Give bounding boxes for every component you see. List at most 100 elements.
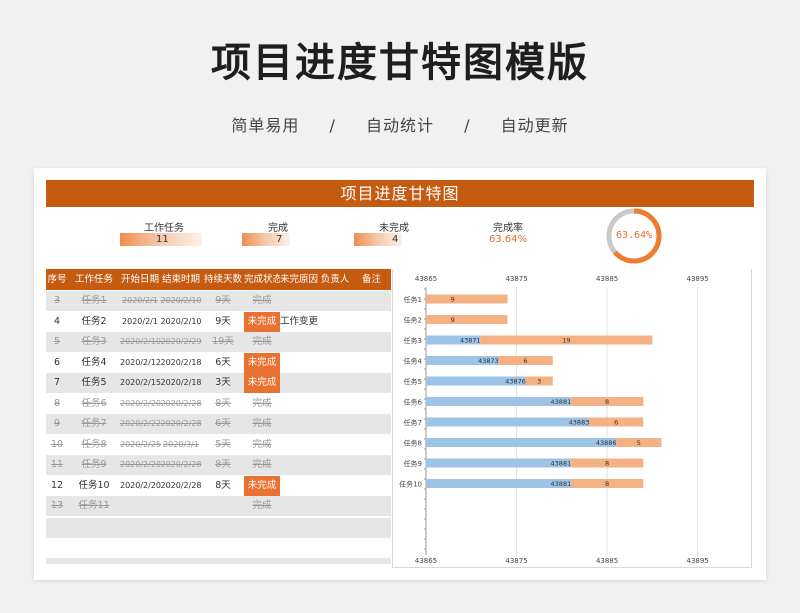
cell-note[interactable]	[352, 353, 391, 373]
cell-start[interactable]	[120, 496, 160, 516]
cell-note[interactable]	[352, 435, 391, 455]
cell-task[interactable]: 任务7	[68, 414, 120, 434]
cell-start[interactable]: 2020/2/12	[120, 353, 161, 373]
cell-id[interactable]: 8	[46, 394, 68, 414]
col-id[interactable]: 序号	[46, 269, 68, 290]
cell-task[interactable]: 任务2	[68, 312, 120, 332]
cell-id[interactable]: 6	[46, 353, 68, 373]
cell-status[interactable]: 完成	[244, 414, 280, 434]
cell-reason[interactable]	[280, 496, 318, 516]
cell-end[interactable]: 2020/2/10	[160, 312, 202, 332]
cell-note[interactable]	[352, 312, 391, 332]
cell-owner[interactable]	[318, 435, 352, 455]
cell-days[interactable]: 9天	[202, 291, 244, 311]
table-row[interactable]: 10 任务8 2020/2/25 2020/3/1 5天 完成	[46, 435, 391, 455]
table-row[interactable]: 7 任务5 2020/2/15 2020/2/18 3天 未完成	[46, 373, 391, 393]
cell-owner[interactable]	[318, 476, 352, 496]
cell-status[interactable]: 未完成	[244, 311, 280, 332]
cell-reason[interactable]	[280, 435, 318, 455]
cell-days[interactable]: 19天	[202, 332, 244, 352]
cell-start[interactable]: 2020/2/20	[120, 455, 161, 475]
cell-status[interactable]: 未完成	[244, 373, 280, 393]
cell-owner[interactable]	[318, 394, 352, 414]
cell-note[interactable]	[352, 373, 391, 393]
cell-end[interactable]: 2020/3/1	[160, 435, 202, 455]
empty-row[interactable]	[46, 518, 391, 538]
table-row[interactable]: 5 任务3 2020/2/10 2020/2/29 19天 完成	[46, 332, 391, 352]
cell-id[interactable]: 13	[46, 496, 68, 516]
cell-end[interactable]: 2020/2/28	[160, 394, 202, 414]
cell-note[interactable]	[352, 394, 391, 414]
cell-id[interactable]: 3	[46, 291, 68, 311]
cell-reason[interactable]	[280, 455, 318, 475]
empty-row[interactable]	[46, 558, 391, 564]
cell-owner[interactable]	[318, 353, 352, 373]
cell-owner[interactable]	[318, 312, 352, 332]
cell-reason[interactable]	[280, 332, 318, 352]
cell-days[interactable]: 8天	[202, 455, 244, 475]
cell-end[interactable]: 2020/2/10	[160, 291, 202, 311]
col-note[interactable]: 备注	[352, 269, 391, 290]
col-days[interactable]: 持续天数	[202, 269, 244, 290]
cell-reason[interactable]	[280, 353, 318, 373]
cell-end[interactable]	[160, 496, 202, 516]
cell-id[interactable]: 7	[46, 373, 68, 393]
cell-id[interactable]: 4	[46, 312, 68, 332]
cell-start[interactable]: 2020/2/1	[120, 291, 160, 311]
cell-task[interactable]: 任务9	[68, 455, 120, 475]
cell-status[interactable]: 完成	[244, 435, 280, 455]
table-row[interactable]: 11 任务9 2020/2/20 2020/2/28 8天 完成	[46, 455, 391, 475]
cell-days[interactable]: 6天	[202, 414, 244, 434]
cell-note[interactable]	[352, 414, 391, 434]
cell-id[interactable]: 5	[46, 332, 68, 352]
cell-owner[interactable]	[318, 414, 352, 434]
cell-status[interactable]: 完成	[244, 496, 280, 516]
cell-reason[interactable]	[280, 291, 318, 311]
cell-reason[interactable]: 工作变更	[280, 312, 318, 332]
cell-note[interactable]	[352, 291, 391, 311]
cell-end[interactable]: 2020/2/18	[160, 353, 202, 373]
cell-start[interactable]: 2020/2/25	[120, 435, 161, 455]
cell-task[interactable]: 任务4	[68, 353, 120, 373]
cell-owner[interactable]	[318, 291, 352, 311]
cell-end[interactable]: 2020/2/28	[160, 455, 202, 475]
cell-days[interactable]	[202, 496, 244, 516]
cell-owner[interactable]	[318, 496, 352, 516]
cell-days[interactable]: 3天	[202, 373, 244, 393]
cell-days[interactable]: 8天	[202, 394, 244, 414]
cell-status[interactable]: 未完成	[244, 352, 280, 373]
cell-reason[interactable]	[280, 476, 318, 496]
cell-owner[interactable]	[318, 332, 352, 352]
cell-id[interactable]: 9	[46, 414, 68, 434]
cell-owner[interactable]	[318, 373, 352, 393]
col-end[interactable]: 结束时期	[160, 269, 202, 290]
cell-end[interactable]: 2020/2/18	[160, 373, 202, 393]
col-reason[interactable]: 未完原因	[280, 269, 318, 290]
cell-note[interactable]	[352, 455, 391, 475]
cell-start[interactable]: 2020/2/10	[120, 332, 161, 352]
cell-task[interactable]: 任务6	[68, 394, 120, 414]
cell-task[interactable]: 任务11	[68, 496, 120, 516]
cell-id[interactable]: 11	[46, 455, 68, 475]
cell-end[interactable]: 2020/2/28	[160, 414, 202, 434]
cell-task[interactable]: 任务8	[68, 435, 120, 455]
cell-reason[interactable]	[280, 394, 318, 414]
cell-status[interactable]: 完成	[244, 455, 280, 475]
cell-end[interactable]: 2020/2/29	[160, 332, 202, 352]
cell-start[interactable]: 2020/2/1	[120, 312, 160, 332]
col-owner[interactable]: 负责人	[318, 269, 352, 290]
cell-end[interactable]: 2020/2/28	[160, 476, 202, 496]
cell-start[interactable]: 2020/2/20	[120, 476, 161, 496]
cell-days[interactable]: 5天	[202, 435, 244, 455]
cell-days[interactable]: 8天	[202, 476, 244, 496]
table-row[interactable]: 6 任务4 2020/2/12 2020/2/18 6天 未完成	[46, 352, 391, 373]
cell-task[interactable]: 任务5	[68, 373, 120, 393]
cell-reason[interactable]	[280, 373, 318, 393]
cell-start[interactable]: 2020/2/15	[120, 373, 161, 393]
cell-note[interactable]	[352, 476, 391, 496]
cell-status[interactable]: 完成	[244, 394, 280, 414]
cell-task[interactable]: 任务1	[68, 291, 120, 311]
cell-id[interactable]: 10	[46, 435, 68, 455]
col-start[interactable]: 开始日期	[120, 269, 160, 290]
table-row[interactable]: 4 任务2 2020/2/1 2020/2/10 9天 未完成 工作变更	[46, 311, 391, 332]
